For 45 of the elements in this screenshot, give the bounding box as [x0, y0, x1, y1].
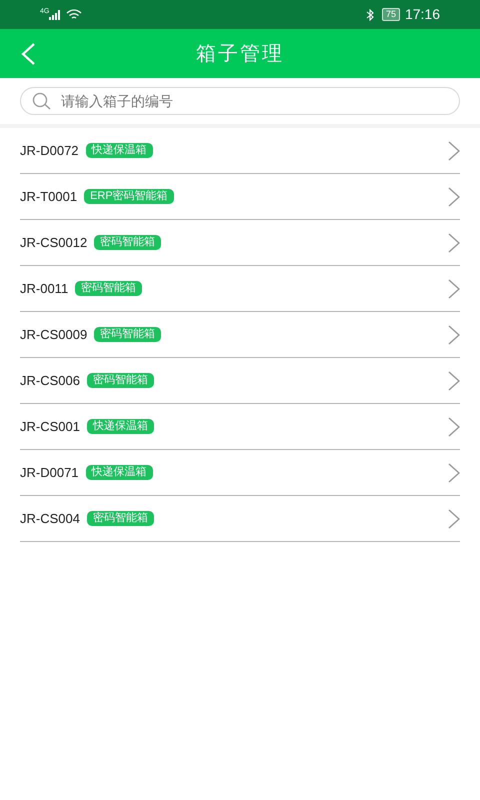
bluetooth-icon — [366, 8, 374, 20]
type-tag: 密码智能箱 — [86, 373, 154, 388]
box-row[interactable]: JR-T0001 ERP密码智能箱 — [20, 174, 460, 220]
box-row[interactable]: JR-CS006 密码智能箱 — [20, 358, 460, 404]
box-code: JR-CS004 — [20, 510, 80, 528]
page-title: 箱子管理 — [196, 42, 284, 66]
box-code: JR-D0072 — [20, 142, 79, 160]
search-icon — [32, 92, 52, 110]
type-tag: 密码智能箱 — [94, 235, 162, 250]
box-code: JR-CS0009 — [20, 326, 88, 344]
battery-icon: 75 — [382, 8, 400, 21]
chevron-icon — [448, 278, 460, 298]
search-field[interactable]: 请输入箱子的编号 — [20, 87, 460, 115]
box-row[interactable]: JR-D0071 快递保温箱 — [20, 450, 460, 496]
type-tag: 密码智能箱 — [86, 511, 154, 526]
chevron-icon — [448, 416, 460, 436]
type-tag: 密码智能箱 — [75, 281, 142, 296]
chevron-icon — [448, 140, 460, 160]
type-tag: 密码智能箱 — [94, 327, 162, 342]
clock: 17:16 — [404, 5, 440, 24]
box-row[interactable]: JR-CS0012 密码智能箱 — [20, 220, 460, 266]
type-tag: 快递保温箱 — [86, 143, 153, 158]
chevron-icon — [448, 232, 460, 252]
box-row[interactable]: JR-D0072 快递保温箱 — [20, 128, 460, 174]
chevron-icon — [448, 324, 460, 344]
type-tag: 快递保温箱 — [86, 465, 153, 480]
box-row[interactable]: JR-CS0009 密码智能箱 — [20, 312, 460, 358]
box-code: JR-CS0012 — [20, 234, 88, 252]
chevron-icon — [448, 370, 460, 390]
box-code: JR-D0071 — [20, 464, 79, 482]
box-code: JR-0011 — [20, 280, 68, 298]
box-row[interactable]: JR-CS004 密码智能箱 — [20, 496, 460, 542]
box-row[interactable]: JR-CS001 快递保温箱 — [20, 404, 460, 450]
wifi-icon — [66, 9, 82, 20]
box-row[interactable]: JR-0011 密码智能箱 — [20, 266, 460, 312]
box-code: JR-CS001 — [20, 418, 80, 436]
type-tag: ERP密码智能箱 — [84, 189, 174, 204]
chevron-icon — [448, 508, 460, 528]
box-code: JR-T0001 — [20, 188, 78, 206]
type-tag: 快递保温箱 — [86, 419, 154, 434]
chevron-icon — [448, 462, 460, 482]
signal-icon — [49, 10, 62, 20]
box-code: JR-CS006 — [20, 372, 80, 390]
back-icon[interactable] — [20, 43, 36, 65]
chevron-icon — [448, 186, 460, 206]
